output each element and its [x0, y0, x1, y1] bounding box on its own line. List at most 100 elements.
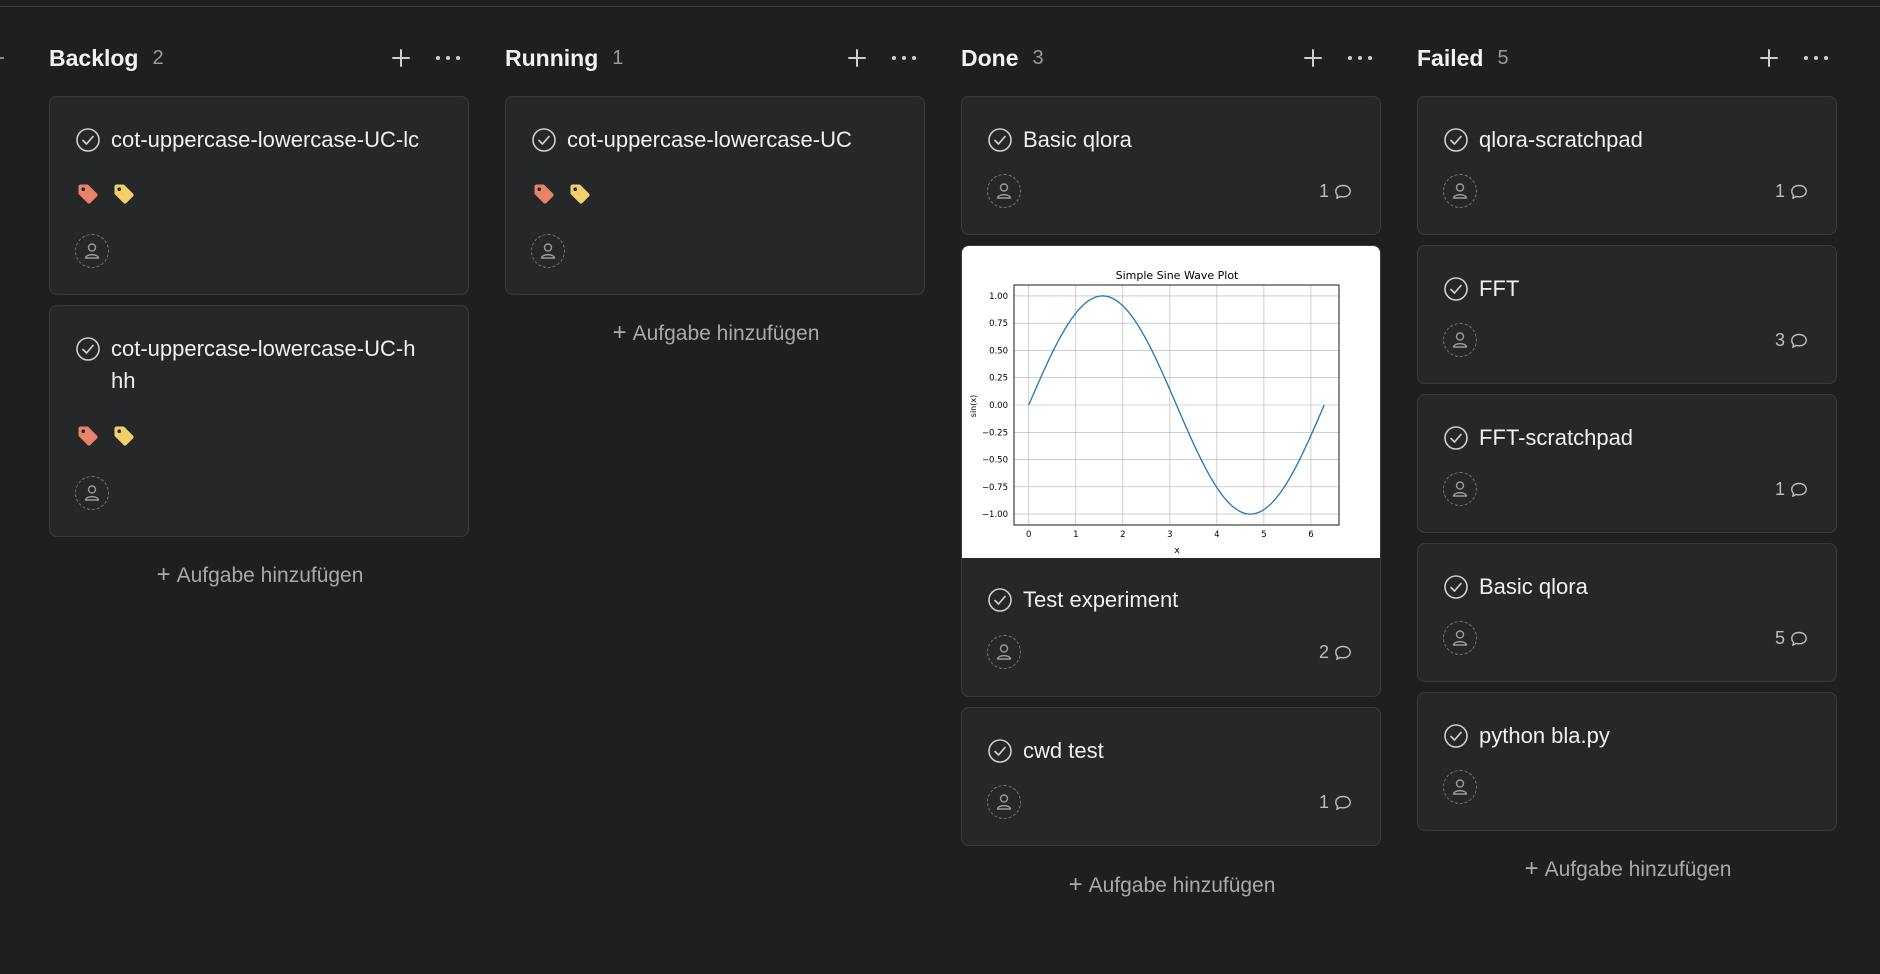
- assignee-avatar[interactable]: [1443, 323, 1477, 357]
- comment-bubble-icon: [1790, 481, 1808, 499]
- more-options-icon[interactable]: [1346, 46, 1374, 70]
- card-title: qlora-scratchpad: [1479, 127, 1643, 152]
- person-icon: [994, 792, 1014, 812]
- assignee-avatar[interactable]: [987, 174, 1021, 208]
- task-card[interactable]: cot-uppercase-lowercase-UC: [505, 96, 925, 295]
- person-icon: [82, 483, 102, 503]
- plus-icon: +: [1524, 855, 1539, 882]
- task-card[interactable]: FFT 3: [1417, 245, 1837, 384]
- comment-count[interactable]: 1: [1319, 792, 1352, 813]
- x-tick-label: 2: [1120, 530, 1125, 540]
- add-card-icon[interactable]: [1757, 46, 1781, 70]
- assignee-avatar[interactable]: [531, 234, 565, 268]
- card-title: Test experiment: [1023, 587, 1179, 612]
- card-title: cot-uppercase-lowercase-UC-lc: [111, 127, 420, 152]
- check-circle-icon[interactable]: [1443, 425, 1469, 451]
- person-icon: [1450, 628, 1470, 648]
- person-icon: [1450, 181, 1470, 201]
- task-card[interactable]: FFT-scratchpad 1: [1417, 394, 1837, 533]
- comment-count[interactable]: 1: [1775, 181, 1808, 202]
- check-circle-icon[interactable]: [75, 127, 101, 153]
- comment-count-value: 2: [1318, 642, 1329, 662]
- task-card[interactable]: qlora-scratchpad 1: [1417, 96, 1837, 235]
- column-header: Backlog 2: [49, 38, 471, 78]
- chart-ylabel: sin(x): [969, 395, 978, 417]
- task-card[interactable]: Simple Sine Wave Plot x sin(x) 0 1 2 3 4 5 6 1.…: [961, 245, 1381, 697]
- tag-icon[interactable]: [532, 182, 556, 206]
- card-title: python bla.py: [1479, 723, 1610, 748]
- task-card[interactable]: cot-uppercase-lowercase-UC-hhh: [49, 305, 469, 537]
- x-tick-label: 4: [1214, 530, 1219, 540]
- card-title: FFT: [1479, 276, 1520, 301]
- x-tick-label: 1: [1073, 530, 1078, 540]
- add-card-icon[interactable]: [845, 46, 869, 70]
- more-options-icon[interactable]: [434, 46, 462, 70]
- card-title: Basic qlora: [1023, 127, 1132, 152]
- task-card[interactable]: cot-uppercase-lowercase-UC-lc: [49, 96, 469, 295]
- add-task-label: Aufgabe hinzufügen: [176, 564, 364, 587]
- assignee-avatar[interactable]: [1443, 174, 1477, 208]
- task-card[interactable]: cwd test 1: [961, 707, 1381, 846]
- check-circle-icon[interactable]: [1443, 574, 1469, 600]
- more-options-icon[interactable]: [1802, 46, 1830, 70]
- card-title: cwd test: [1023, 738, 1104, 763]
- check-circle-icon[interactable]: [987, 738, 1013, 764]
- person-icon: [1450, 777, 1470, 797]
- add-card-icon[interactable]: [1301, 46, 1325, 70]
- check-circle-icon[interactable]: [1443, 276, 1469, 302]
- check-circle-icon[interactable]: [1443, 723, 1469, 749]
- column-title: Failed: [1417, 44, 1484, 71]
- person-icon: [82, 241, 102, 261]
- check-circle-icon[interactable]: [1443, 127, 1469, 153]
- tag-icon[interactable]: [568, 182, 592, 206]
- task-card[interactable]: python bla.py: [1417, 692, 1837, 831]
- check-circle-icon[interactable]: [531, 127, 557, 153]
- column-count: 1: [612, 46, 624, 69]
- tag-icon[interactable]: [112, 424, 136, 448]
- card-title-row: cot-uppercase-lowercase-UC-hhh: [75, 336, 445, 397]
- person-icon: [994, 642, 1014, 662]
- check-circle-icon[interactable]: [987, 127, 1013, 153]
- task-card[interactable]: Basic qlora 5: [1417, 543, 1837, 682]
- assignee-avatar[interactable]: [1443, 472, 1477, 506]
- tag-icon[interactable]: [112, 182, 136, 206]
- assignee-avatar[interactable]: [75, 476, 109, 510]
- plus-icon: +: [1068, 871, 1083, 898]
- person-icon: [1450, 330, 1470, 350]
- tag-icon[interactable]: [76, 424, 100, 448]
- chart-xlabel: x: [1174, 546, 1180, 556]
- plus-icon: +: [612, 319, 627, 346]
- assignee-avatar[interactable]: [1443, 621, 1477, 655]
- assignee-avatar[interactable]: [75, 234, 109, 268]
- comment-count[interactable]: 1: [1319, 181, 1352, 202]
- assignee-avatar[interactable]: [987, 635, 1021, 669]
- check-circle-icon[interactable]: [987, 587, 1013, 613]
- task-card[interactable]: Basic qlora 1: [961, 96, 1381, 235]
- top-divider: [0, 6, 1880, 7]
- assignee-avatar[interactable]: [987, 785, 1021, 819]
- card-title-row: Basic qlora: [987, 127, 1132, 156]
- column-header: Done 3: [961, 38, 1383, 78]
- comment-count-value: 3: [1774, 330, 1785, 350]
- check-circle-icon[interactable]: [75, 336, 101, 362]
- attachment-preview[interactable]: Simple Sine Wave Plot x sin(x) 0 1 2 3 4 5 6 1.…: [962, 246, 1380, 558]
- card-title-row: Test experiment: [987, 587, 1178, 616]
- add-task-button[interactable]: + Aufgabe hinzufügen: [1417, 855, 1839, 883]
- column-count: 2: [152, 46, 164, 69]
- card-title: cot-uppercase-lowercase-UC: [567, 127, 852, 152]
- comment-count[interactable]: 3: [1775, 330, 1808, 351]
- assignee-avatar[interactable]: [1443, 770, 1477, 804]
- comment-count[interactable]: 5: [1775, 628, 1808, 649]
- column-header: Running 1: [505, 38, 927, 78]
- comment-count[interactable]: 1: [1775, 479, 1808, 500]
- comment-count[interactable]: 2: [1319, 642, 1352, 663]
- add-task-button[interactable]: + Aufgabe hinzufügen: [961, 871, 1383, 899]
- more-options-icon[interactable]: [890, 46, 918, 70]
- card-title-row: python bla.py: [1443, 723, 1610, 752]
- card-tags: [76, 424, 148, 448]
- tag-icon[interactable]: [76, 182, 100, 206]
- add-task-button[interactable]: + Aufgabe hinzufügen: [505, 319, 927, 347]
- column-count: 3: [1032, 46, 1044, 69]
- add-card-icon[interactable]: [389, 46, 413, 70]
- add-task-button[interactable]: + Aufgabe hinzufügen: [49, 561, 471, 589]
